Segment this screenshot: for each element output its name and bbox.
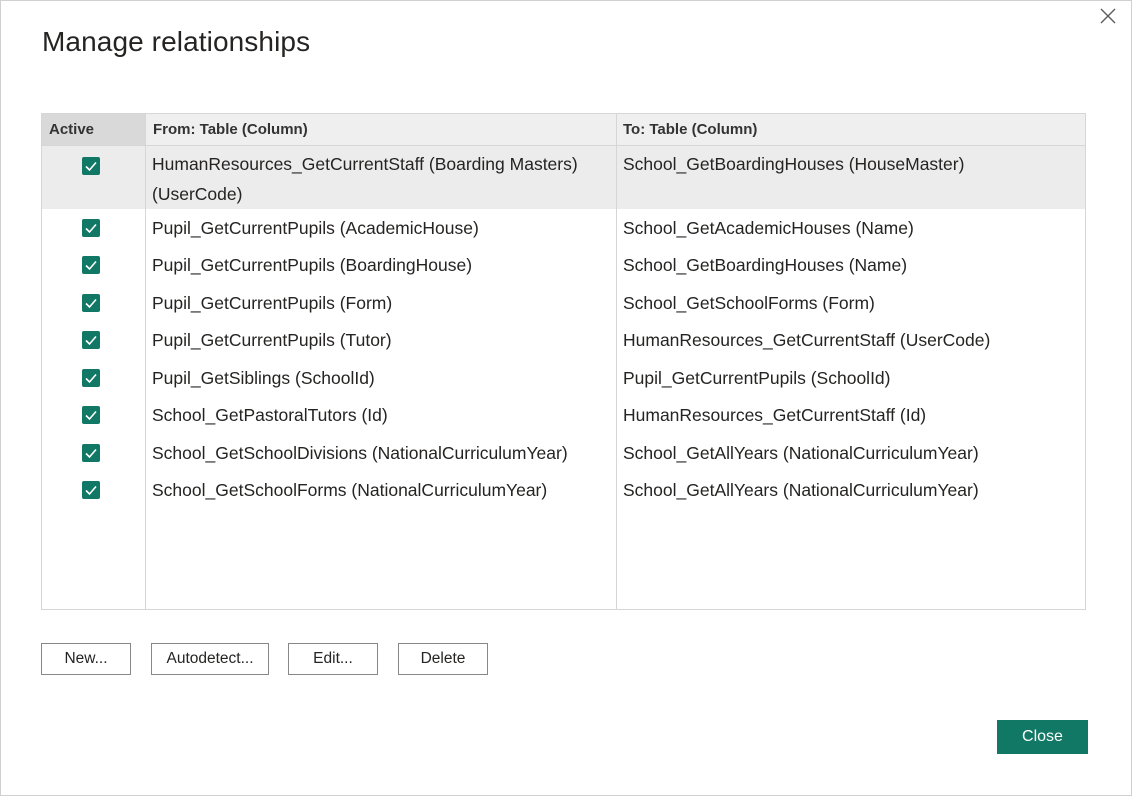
active-checkbox[interactable] [82, 294, 100, 312]
column-divider [616, 114, 617, 609]
checkmark-icon [85, 161, 97, 172]
from-cell: School_GetSchoolForms (NationalCurriculu… [152, 480, 548, 500]
close-icon[interactable] [1097, 5, 1119, 27]
active-checkbox[interactable] [82, 331, 100, 349]
active-checkbox[interactable] [82, 406, 100, 424]
table-row[interactable]: Pupil_GetSiblings (SchoolId) Pupil_GetCur… [42, 360, 1085, 397]
checkmark-icon [85, 448, 97, 459]
table-row[interactable]: School_GetSchoolForms (NationalCurriculu… [42, 472, 1085, 509]
from-cell: HumanResources_GetCurrentStaff (Boarding… [152, 154, 578, 204]
checkmark-icon [85, 260, 97, 271]
relationships-table: Active From: Table (Column) To: Table (C… [41, 113, 1086, 610]
edit-button[interactable]: Edit... [288, 643, 378, 675]
to-cell: School_GetAcademicHouses (Name) [623, 218, 914, 238]
to-cell: HumanResources_GetCurrentStaff (Id) [623, 405, 927, 425]
to-cell: School_GetSchoolForms (Form) [623, 293, 875, 313]
new-button[interactable]: New... [41, 643, 131, 675]
active-checkbox[interactable] [82, 369, 100, 387]
table-row[interactable]: School_GetPastoralTutors (Id) HumanResour… [42, 397, 1085, 434]
to-cell: School_GetAllYears (NationalCurriculumYe… [623, 443, 979, 463]
from-cell: Pupil_GetCurrentPupils (Tutor) [152, 330, 392, 350]
autodetect-button[interactable]: Autodetect... [151, 643, 269, 675]
dialog-title: Manage relationships [42, 26, 311, 57]
from-cell: Pupil_GetCurrentPupils (AcademicHouse) [152, 218, 479, 238]
to-cell: School_GetBoardingHouses (HouseMaster) [623, 154, 965, 174]
table-row[interactable]: Pupil_GetCurrentPupils (BoardingHouse) Sc… [42, 247, 1085, 284]
checkmark-icon [85, 335, 97, 346]
from-cell: Pupil_GetSiblings (SchoolId) [152, 368, 375, 388]
table-row[interactable]: Pupil_GetCurrentPupils (Tutor) HumanResou… [42, 322, 1085, 359]
checkmark-icon [85, 485, 97, 496]
table-header: Active From: Table (Column) To: Table (C… [42, 114, 1085, 146]
active-checkbox[interactable] [82, 219, 100, 237]
from-cell: School_GetSchoolDivisions (NationalCurri… [152, 443, 568, 463]
to-cell: School_GetBoardingHouses (Name) [623, 255, 908, 275]
active-checkbox[interactable] [82, 444, 100, 462]
to-cell: Pupil_GetCurrentPupils (SchoolId) [623, 368, 891, 388]
column-header-from[interactable]: From: Table (Column) [145, 114, 616, 145]
checkmark-icon [85, 298, 97, 309]
table-row[interactable]: Pupil_GetCurrentPupils (AcademicHouse) Sc… [42, 210, 1085, 247]
active-checkbox[interactable] [82, 157, 100, 175]
from-cell: Pupil_GetCurrentPupils (BoardingHouse) [152, 255, 473, 275]
manage-relationships-dialog: Manage relationships Active From: Table … [0, 0, 1132, 796]
checkmark-icon [85, 373, 97, 384]
table-row[interactable]: Pupil_GetCurrentPupils (Form) School_GetS… [42, 285, 1085, 322]
column-divider [145, 114, 146, 609]
checkmark-icon [85, 410, 97, 421]
to-cell: HumanResources_GetCurrentStaff (UserCode… [623, 330, 991, 350]
delete-button[interactable]: Delete [398, 643, 488, 675]
table-row[interactable]: HumanResources_GetCurrentStaff (Boarding… [42, 146, 1085, 209]
column-header-active[interactable]: Active [42, 114, 145, 145]
active-checkbox[interactable] [82, 256, 100, 274]
table-row[interactable]: School_GetSchoolDivisions (NationalCurri… [42, 435, 1085, 472]
to-cell: School_GetAllYears (NationalCurriculumYe… [623, 480, 979, 500]
close-button[interactable]: Close [997, 720, 1088, 754]
from-cell: Pupil_GetCurrentPupils (Form) [152, 293, 393, 313]
checkmark-icon [85, 223, 97, 234]
active-checkbox[interactable] [82, 481, 100, 499]
column-header-to[interactable]: To: Table (Column) [616, 114, 1086, 145]
from-cell: School_GetPastoralTutors (Id) [152, 405, 388, 425]
